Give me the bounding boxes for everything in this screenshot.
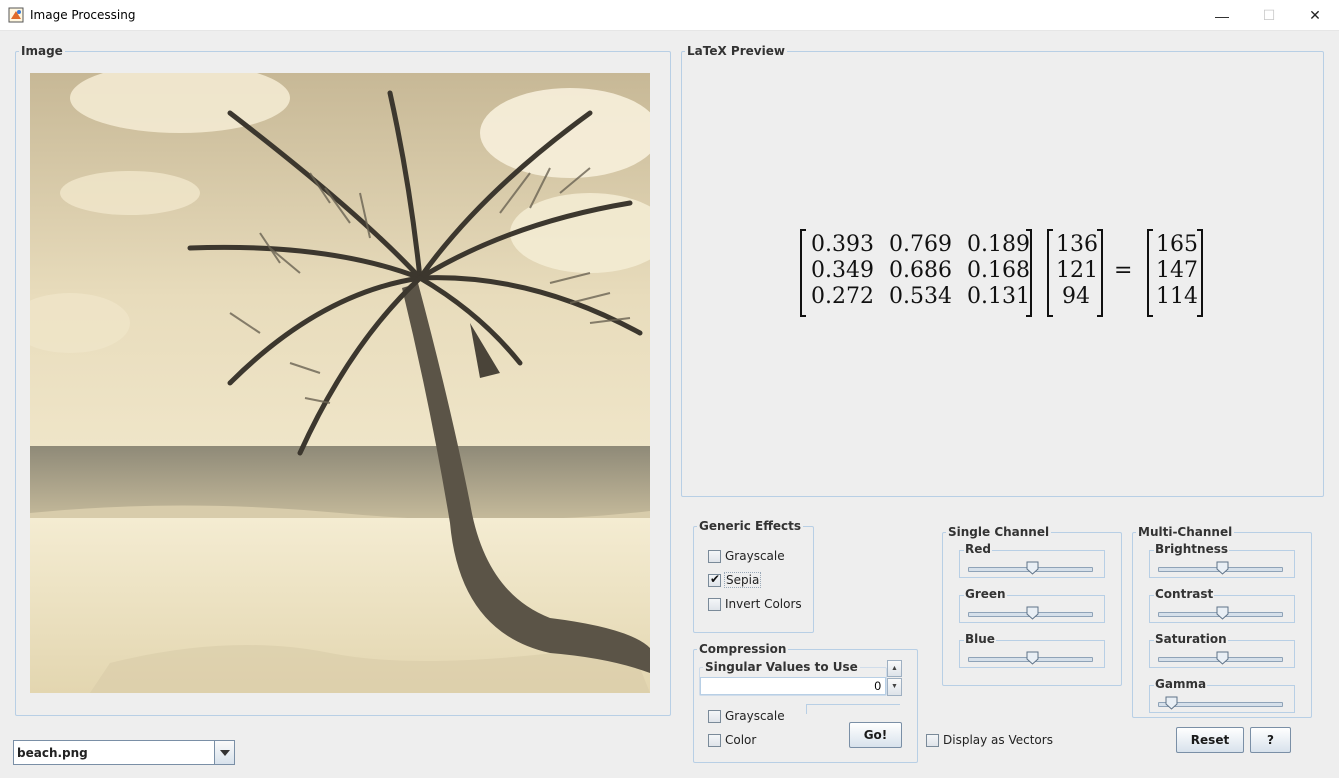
multi-channel-legend: Multi-Channel	[1138, 525, 1233, 539]
contrast-slider-group: Contrast	[1149, 587, 1295, 623]
matrix-cell: 0.168	[967, 258, 1030, 283]
brightness-slider-thumb[interactable]	[1216, 561, 1229, 575]
blue-slider-thumb[interactable]	[1026, 651, 1039, 665]
single-channel-legend: Single Channel	[948, 525, 1050, 539]
brightness-slider-group: Brightness	[1149, 542, 1295, 578]
minimize-button[interactable]: —	[1199, 0, 1245, 31]
sepia-label[interactable]: Sepia	[724, 572, 762, 588]
red-slider-thumb[interactable]	[1026, 561, 1039, 575]
vector-left-bracket	[1047, 229, 1053, 317]
input-vector-cell: 136	[1056, 232, 1098, 257]
compression-color-checkbox[interactable]	[708, 734, 721, 747]
close-button[interactable]: ✕	[1292, 0, 1338, 31]
help-button[interactable]: ?	[1250, 727, 1291, 753]
reset-button[interactable]: Reset	[1176, 727, 1244, 753]
input-vector: 136 121 94	[1047, 229, 1103, 317]
app-icon	[8, 7, 24, 23]
saturation-slider-group: Saturation	[1149, 632, 1295, 668]
compression-grayscale-label[interactable]: Grayscale	[725, 709, 785, 723]
progress-indicator	[806, 704, 900, 714]
matrix-cell: 0.686	[889, 258, 952, 283]
matrix-cell: 0.393	[811, 232, 874, 257]
display-vectors-checkbox[interactable]	[926, 734, 939, 747]
image-panel-legend: Image	[21, 44, 63, 58]
output-vector: 165 147 114	[1147, 229, 1203, 317]
gamma-slider-thumb[interactable]	[1165, 696, 1178, 710]
green-slider-label: Green	[964, 587, 1007, 601]
matrix-cell: 0.189	[967, 232, 1030, 257]
input-vector-cell: 94	[1062, 284, 1090, 309]
compression-grayscale-checkbox[interactable]	[708, 710, 721, 723]
invert-colors-checkbox[interactable]	[708, 598, 721, 611]
generic-effects-legend: Generic Effects	[699, 519, 802, 533]
gamma-slider-label: Gamma	[1154, 677, 1208, 691]
green-slider-group: Green	[959, 587, 1105, 623]
display-vectors-label[interactable]: Display as Vectors	[943, 733, 1053, 747]
compression-color-label[interactable]: Color	[725, 733, 756, 747]
singular-values-input[interactable]: 0	[700, 677, 886, 695]
invert-colors-label[interactable]: Invert Colors	[725, 597, 802, 611]
saturation-slider-thumb[interactable]	[1216, 651, 1229, 665]
matrix-cell: 0.272	[811, 284, 874, 309]
brightness-slider-label: Brightness	[1154, 542, 1230, 556]
maximize-button[interactable]: ☐	[1246, 0, 1292, 31]
sepia-checkbox[interactable]	[708, 572, 721, 587]
spinner-up-button[interactable]: ▲	[887, 660, 902, 677]
blue-slider-label: Blue	[964, 632, 996, 646]
compression-legend: Compression	[699, 642, 787, 656]
output-vector-cell: 147	[1156, 258, 1198, 283]
go-button[interactable]: Go!	[849, 722, 902, 748]
matrix-cell: 0.534	[889, 284, 952, 309]
window-title: Image Processing	[30, 8, 136, 22]
singular-values-label: Singular Values to Use	[705, 660, 858, 674]
file-select-value: beach.png	[17, 746, 88, 760]
matrix-cell: 0.131	[967, 284, 1030, 309]
spinner-down-button[interactable]: ▼	[887, 678, 902, 696]
input-vector-cell: 121	[1056, 258, 1098, 283]
latex-preview-legend: LaTeX Preview	[687, 44, 785, 58]
matrix-left-bracket	[800, 229, 806, 317]
contrast-slider-thumb[interactable]	[1216, 606, 1229, 620]
output-vector-cell: 114	[1156, 284, 1198, 309]
matrix-cell: 0.349	[811, 258, 874, 283]
contrast-slider-label: Contrast	[1154, 587, 1215, 601]
matrix-cell: 0.769	[889, 232, 952, 257]
title-bar: Image Processing — ☐ ✕	[0, 0, 1339, 31]
blue-slider-group: Blue	[959, 632, 1105, 668]
output-vector-cell: 165	[1156, 232, 1198, 257]
transform-matrix: 0.393 0.769 0.189 0.349 0.686 0.168 0.27…	[800, 229, 1032, 317]
saturation-slider-label: Saturation	[1154, 632, 1228, 646]
vector-left-bracket	[1147, 229, 1153, 317]
red-slider-group: Red	[959, 542, 1105, 578]
file-select-dropdown[interactable]: beach.png	[13, 740, 235, 765]
beach-palm-image	[30, 73, 650, 693]
gamma-slider-group: Gamma	[1149, 677, 1295, 713]
red-slider-label: Red	[964, 542, 992, 556]
latex-equation: 0.393 0.769 0.189 0.349 0.686 0.168 0.27…	[800, 229, 1204, 317]
equals-sign: =	[1114, 258, 1133, 283]
green-slider-thumb[interactable]	[1026, 606, 1039, 620]
grayscale-label[interactable]: Grayscale	[725, 549, 785, 563]
chevron-down-icon[interactable]	[214, 741, 234, 764]
grayscale-checkbox[interactable]	[708, 550, 721, 563]
image-canvas[interactable]	[30, 73, 650, 693]
